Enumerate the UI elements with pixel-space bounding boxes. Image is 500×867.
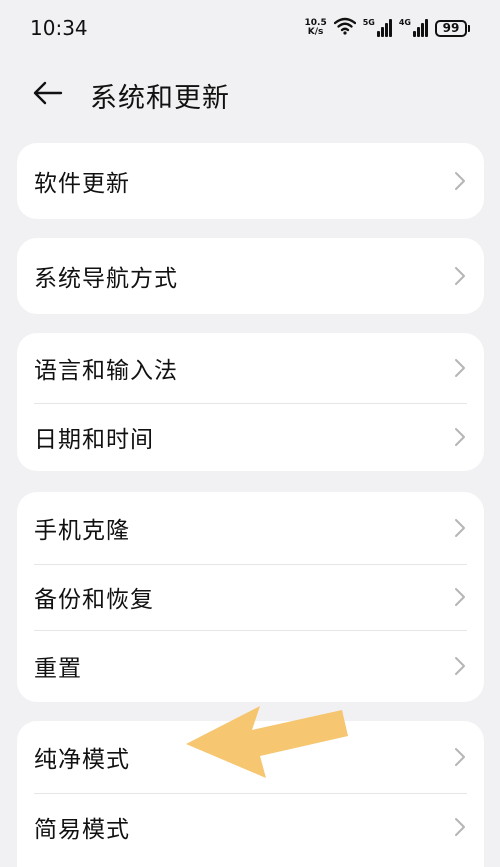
row-simple-mode[interactable]: 简易模式 [17, 793, 484, 861]
chevron-right-icon [455, 818, 465, 836]
status-time: 10:34 [30, 16, 88, 40]
signal-4g-label: 4G [398, 18, 411, 27]
signal-5g-label: 5G [362, 18, 375, 27]
settings-group-navigation: 系统导航方式 [17, 238, 484, 314]
battery-level: 99 [435, 19, 467, 37]
row-label: 重置 [34, 656, 82, 682]
chevron-right-icon [455, 359, 465, 377]
status-bar: 10:34 10.5 K/s 5G 4G 99 [0, 0, 500, 58]
row-label: 软件更新 [34, 171, 130, 197]
chevron-right-icon [455, 519, 465, 537]
annotation-arrow-icon [186, 706, 348, 778]
chevron-right-icon [455, 172, 465, 190]
row-label: 系统导航方式 [34, 266, 178, 292]
chevron-right-icon [455, 588, 465, 606]
row-label: 日期和时间 [34, 427, 154, 453]
back-button[interactable] [28, 76, 68, 110]
network-speed: 10.5 K/s [305, 19, 327, 37]
settings-group-language-date: 语言和输入法 日期和时间 [17, 333, 484, 471]
row-language-input[interactable]: 语言和输入法 [17, 333, 484, 403]
page-title: 系统和更新 [90, 83, 230, 114]
row-date-time[interactable]: 日期和时间 [17, 403, 484, 471]
chevron-right-icon [455, 748, 465, 766]
arrow-left-icon [33, 81, 63, 105]
signal-5g-icon: 5G [363, 19, 392, 37]
settings-group-backup: 手机克隆 备份和恢复 重置 [17, 492, 484, 702]
chevron-right-icon [455, 267, 465, 285]
status-icons: 10.5 K/s 5G 4G 99 [305, 17, 470, 39]
row-reset[interactable]: 重置 [17, 630, 484, 702]
row-label: 备份和恢复 [34, 587, 154, 613]
wifi-icon [333, 17, 356, 39]
row-label: 语言和输入法 [34, 358, 178, 384]
chevron-right-icon [455, 428, 465, 446]
chevron-right-icon [455, 657, 465, 675]
settings-group-update: 软件更新 [17, 143, 484, 219]
row-label: 简易模式 [34, 817, 130, 843]
row-backup-restore[interactable]: 备份和恢复 [17, 564, 484, 630]
row-system-navigation[interactable]: 系统导航方式 [17, 238, 484, 314]
header: 系统和更新 [0, 62, 500, 124]
row-label: 纯净模式 [34, 747, 130, 773]
row-software-update[interactable]: 软件更新 [17, 143, 484, 219]
network-speed-unit: K/s [307, 27, 324, 37]
row-phone-clone[interactable]: 手机克隆 [17, 492, 484, 564]
row-label: 手机克隆 [34, 518, 130, 544]
signal-4g-icon: 4G [399, 19, 428, 37]
battery-icon: 99 [435, 19, 470, 37]
